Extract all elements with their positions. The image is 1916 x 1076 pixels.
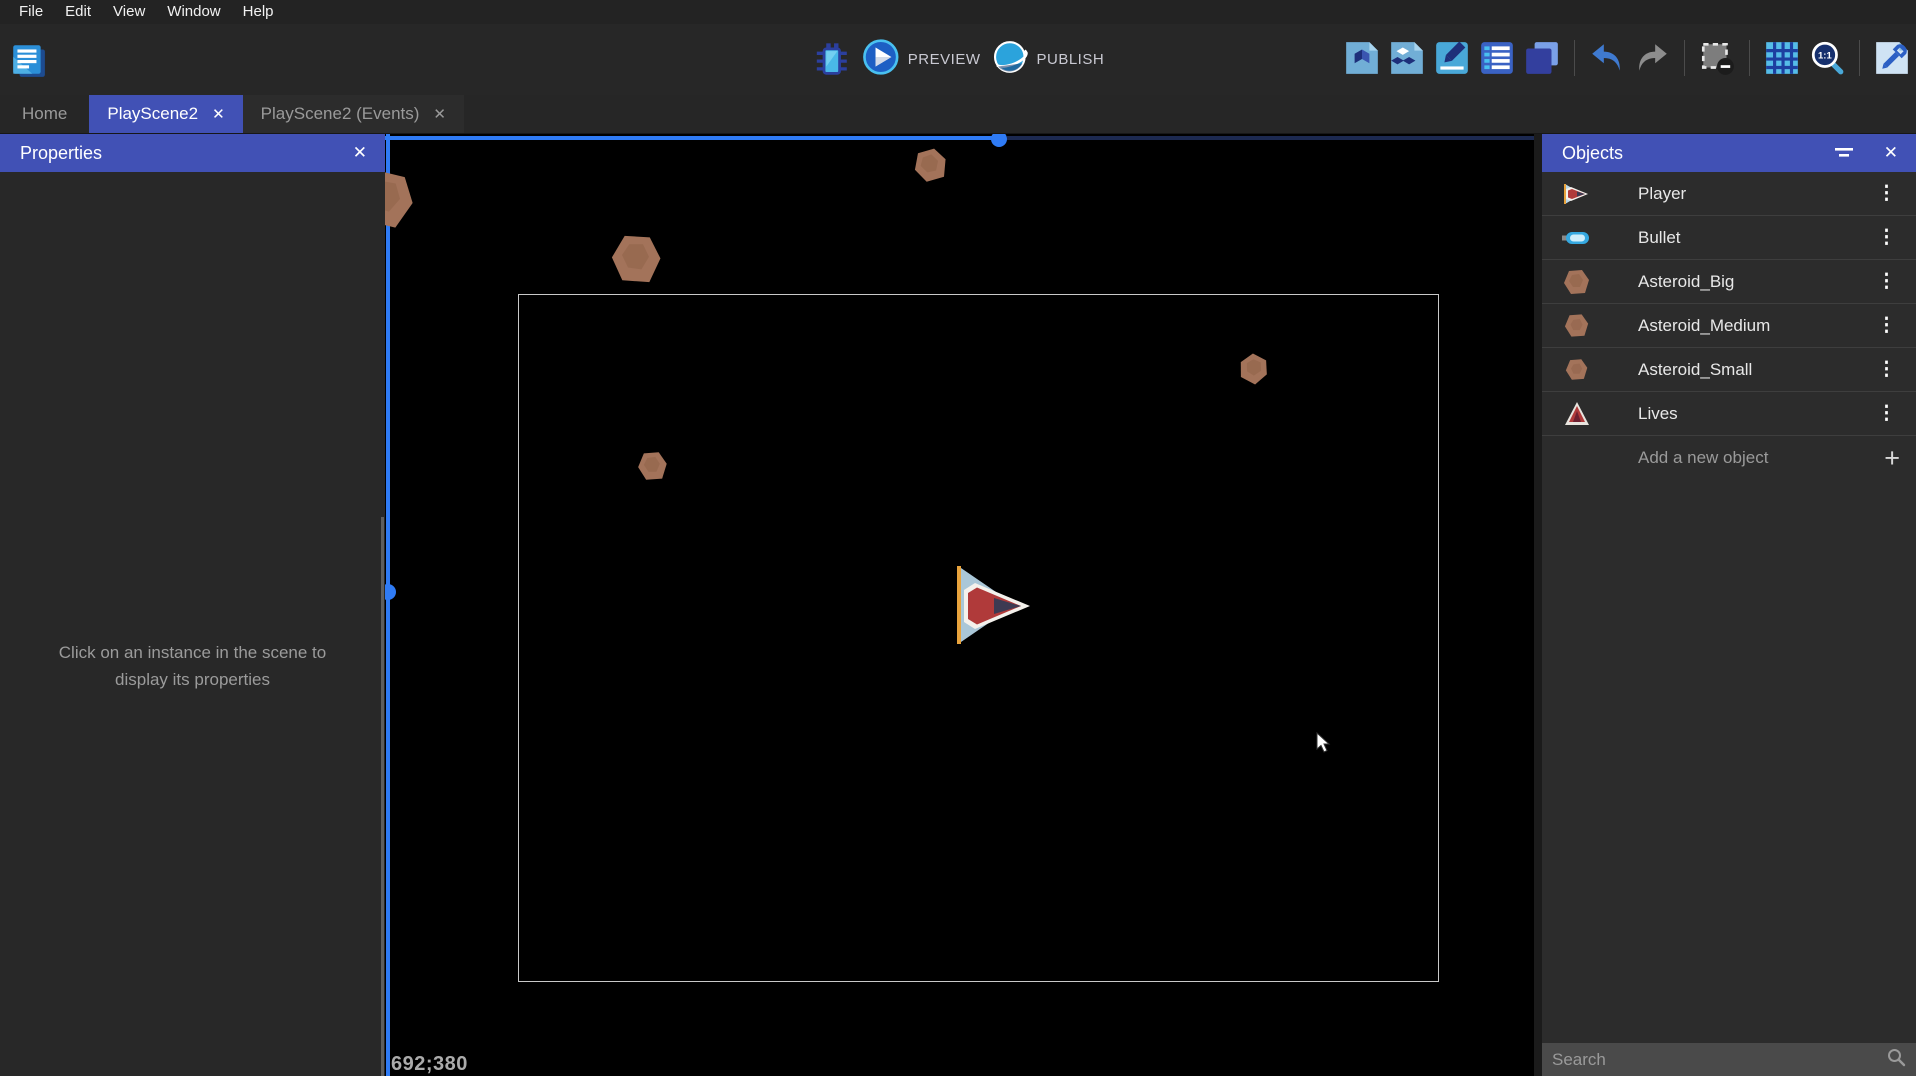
lives-ship-icon [1562, 401, 1592, 427]
menu-window[interactable]: Window [156, 0, 231, 24]
objects-header: Objects ✕ [1542, 134, 1916, 172]
kebab-menu-icon[interactable]: ⋮ [1871, 407, 1902, 421]
kebab-menu-icon[interactable]: ⋮ [1871, 363, 1902, 377]
object-label: Lives [1638, 404, 1871, 424]
undo-icon[interactable] [1587, 38, 1627, 78]
kebab-menu-icon[interactable]: ⋮ [1871, 231, 1902, 245]
publish-label: PUBLISH [1036, 51, 1104, 68]
asteroid-instance[interactable] [913, 146, 949, 184]
svg-text:1:1: 1:1 [1818, 51, 1832, 62]
scene-vscrollbar[interactable] [386, 134, 390, 1076]
properties-icon[interactable] [1432, 38, 1472, 78]
close-icon[interactable]: ✕ [349, 143, 371, 163]
close-icon[interactable]: ✕ [212, 105, 225, 123]
kebab-menu-icon[interactable]: ⋮ [1871, 187, 1902, 201]
object-search-bar [1542, 1043, 1916, 1076]
menu-help[interactable]: Help [232, 0, 285, 24]
asteroid-icon [1562, 313, 1592, 339]
project-manager-icon[interactable] [8, 40, 48, 80]
player-ship-instance[interactable] [937, 554, 1037, 644]
close-icon[interactable]: ✕ [1880, 143, 1902, 163]
object-row-asteroid-small[interactable]: Asteroid_Small ⋮ [1542, 348, 1916, 392]
player-ship-icon [1562, 181, 1592, 207]
properties-empty-message: Click on an instance in the scene to dis… [0, 639, 385, 693]
preview-label: PREVIEW [908, 51, 981, 68]
kebab-menu-icon[interactable]: ⋮ [1871, 319, 1902, 333]
menu-view[interactable]: View [102, 0, 156, 24]
toolbar-separator [1859, 40, 1860, 76]
toolbar-separator [1684, 40, 1685, 76]
scene-vscrollbar-thumb[interactable] [385, 584, 396, 600]
asteroid-icon [1562, 269, 1592, 295]
asteroid-instance[interactable] [637, 450, 669, 482]
menu-edit[interactable]: Edit [54, 0, 102, 24]
properties-scrollbar[interactable] [381, 517, 384, 1076]
object-row-asteroid-medium[interactable]: Asteroid_Medium ⋮ [1542, 304, 1916, 348]
asteroid-instance[interactable] [385, 161, 417, 237]
tab-playscene2[interactable]: PlayScene2 ✕ [89, 95, 242, 133]
search-icon [1886, 1047, 1906, 1072]
scene-hscrollbar-thumb[interactable] [991, 134, 1007, 147]
object-row-player[interactable]: Player ⋮ [1542, 172, 1916, 216]
object-label: Asteroid_Small [1638, 360, 1871, 380]
object-search-input[interactable] [1552, 1050, 1886, 1070]
scene-canvas[interactable]: 692;380 [385, 134, 1534, 1076]
objects-panel: Objects ✕ [1534, 134, 1916, 1076]
toggle-grid-icon[interactable] [1762, 38, 1802, 78]
object-row-asteroid-big[interactable]: Asteroid_Big ⋮ [1542, 260, 1916, 304]
debug-icon[interactable] [812, 40, 852, 80]
zoom-original-icon[interactable]: 1:1 [1807, 38, 1847, 78]
publish-globe-icon [990, 38, 1028, 81]
tab-label: PlayScene2 [107, 104, 198, 124]
tab-home[interactable]: Home [0, 95, 89, 133]
bullet-icon [1562, 225, 1592, 251]
publish-button[interactable]: PUBLISH [990, 38, 1104, 81]
gdevelop-window: File Edit View Window Help [0, 0, 1916, 1076]
object-label: Asteroid_Medium [1638, 316, 1871, 336]
play-icon [862, 38, 900, 81]
objects-panel-empty-area [1542, 480, 1916, 1043]
menu-file[interactable]: File [8, 0, 54, 24]
objects-editor-icon[interactable] [1342, 38, 1382, 78]
add-object-label: Add a new object [1638, 448, 1884, 468]
asteroid-icon [1562, 357, 1592, 383]
cursor-coordinates: 692;380 [391, 1053, 468, 1076]
plus-icon: + [1884, 448, 1900, 468]
object-label: Asteroid_Big [1638, 272, 1871, 292]
kebab-menu-icon[interactable]: ⋮ [1871, 275, 1902, 289]
object-groups-icon[interactable] [1387, 38, 1427, 78]
instances-list-icon[interactable] [1477, 38, 1517, 78]
scene-hscrollbar-track[interactable] [1007, 136, 1534, 140]
asteroid-instance[interactable] [1238, 353, 1270, 385]
tab-bar: Home PlayScene2 ✕ PlayScene2 (Events) ✕ [0, 95, 1916, 133]
object-label: Bullet [1638, 228, 1871, 248]
project-settings-icon[interactable] [1872, 38, 1912, 78]
preview-button[interactable]: PREVIEW [862, 38, 981, 81]
menu-bar: File Edit View Window Help [0, 0, 1916, 24]
object-label: Player [1638, 184, 1871, 204]
object-row-lives[interactable]: Lives ⋮ [1542, 392, 1916, 436]
scene-hscrollbar[interactable] [385, 136, 999, 140]
asteroid-instance[interactable] [610, 231, 664, 287]
toolbar-separator [1749, 40, 1750, 76]
close-icon[interactable]: ✕ [433, 105, 446, 123]
tab-label: PlayScene2 (Events) [261, 104, 420, 124]
tab-label: Home [22, 104, 67, 124]
objects-title: Objects [1562, 143, 1623, 164]
mouse-cursor [1316, 732, 1332, 754]
add-object-button[interactable]: Add a new object + [1542, 436, 1916, 480]
properties-panel: Properties ✕ Click on an instance in the… [0, 134, 385, 1076]
properties-title: Properties [20, 143, 102, 164]
filter-icon[interactable] [1834, 143, 1854, 164]
properties-body: Click on an instance in the scene to dis… [0, 172, 385, 1076]
toolbar: PREVIEW PUBLISH [0, 24, 1916, 95]
redo-icon[interactable] [1632, 38, 1672, 78]
object-row-bullet[interactable]: Bullet ⋮ [1542, 216, 1916, 260]
toolbar-separator [1574, 40, 1575, 76]
layers-icon[interactable] [1522, 38, 1562, 78]
deselect-instances-icon[interactable] [1697, 38, 1737, 78]
properties-header: Properties ✕ [0, 134, 385, 172]
tab-playscene2-events[interactable]: PlayScene2 (Events) ✕ [243, 95, 464, 133]
